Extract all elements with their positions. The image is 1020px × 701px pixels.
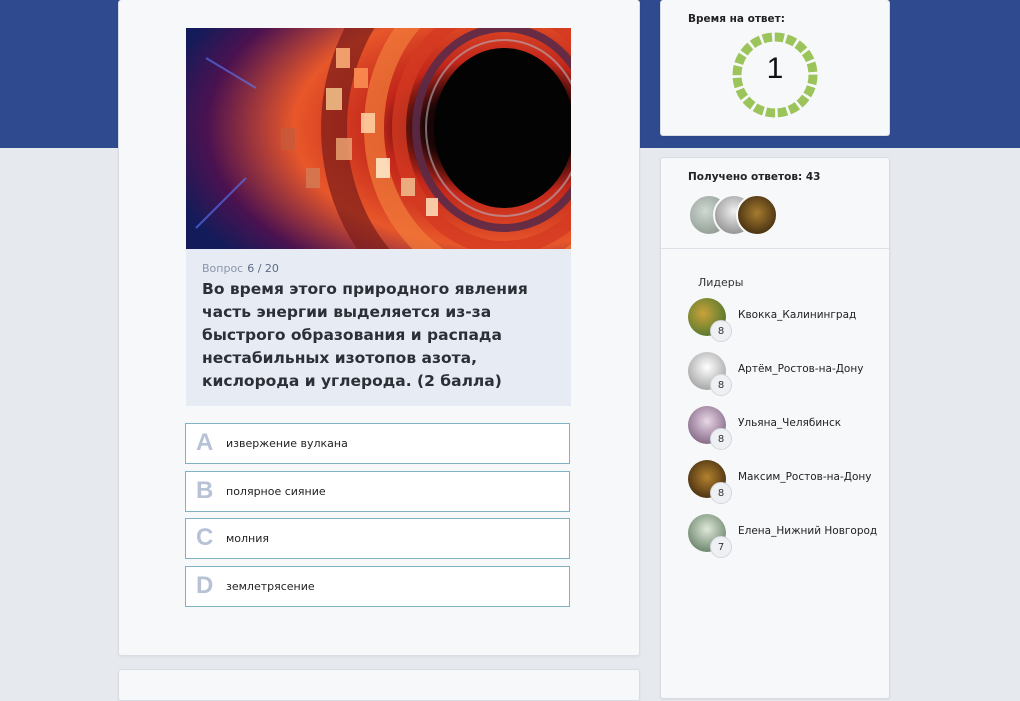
leader-item[interactable]: 7 Елена_Нижний Новгород bbox=[688, 514, 878, 564]
answer-letter: B bbox=[196, 477, 214, 504]
leader-name: Квокка_Калининград bbox=[738, 309, 857, 321]
answer-text: извержение вулкана bbox=[226, 437, 348, 450]
participants-card: Получено ответов: 43 Лидеры 8 Квокка_Кал… bbox=[660, 157, 890, 699]
timer-card: Время на ответ: 1 bbox=[660, 0, 890, 136]
leader-score: 8 bbox=[710, 374, 732, 396]
leader-item[interactable]: 8 Квокка_Калининград bbox=[688, 298, 878, 348]
divider bbox=[661, 248, 889, 249]
timer-value: 1 bbox=[766, 52, 784, 85]
question-counter-label: Вопрос bbox=[202, 262, 244, 275]
leader-score: 8 bbox=[710, 482, 732, 504]
answer-text: полярное сияние bbox=[226, 485, 326, 498]
leader-item[interactable]: 8 Ульяна_Челябинск bbox=[688, 406, 878, 456]
leader-item[interactable]: 8 Максим_Ростов-на-Дону bbox=[688, 460, 878, 510]
answer-letter: D bbox=[196, 572, 214, 599]
leader-score: 8 bbox=[710, 320, 732, 342]
answer-text: молния bbox=[226, 532, 270, 545]
answer-letter: A bbox=[196, 429, 214, 456]
answer-option-a[interactable]: A извержение вулкана bbox=[185, 423, 570, 464]
next-card bbox=[118, 669, 640, 701]
leaders-title: Лидеры bbox=[698, 276, 744, 289]
answer-option-c[interactable]: C молния bbox=[185, 518, 570, 559]
leader-name: Максим_Ростов-на-Дону bbox=[738, 471, 872, 483]
answer-letter: C bbox=[196, 524, 214, 551]
answers-count: Получено ответов: 43 bbox=[688, 171, 821, 183]
leader-name: Ульяна_Челябинск bbox=[738, 417, 842, 429]
leader-name: Артём_Ростов-на-Дону bbox=[738, 363, 864, 375]
leader-score: 8 bbox=[710, 428, 732, 450]
leader-score: 7 bbox=[710, 536, 732, 558]
answer-option-d[interactable]: D землетрясение bbox=[185, 566, 570, 607]
avatar bbox=[736, 194, 778, 236]
question-image bbox=[186, 28, 571, 249]
question-text: Во время этого природного явления часть … bbox=[202, 280, 528, 390]
leader-name: Елена_Нижний Новгород bbox=[738, 525, 878, 537]
answer-text: землетрясение bbox=[226, 580, 315, 593]
leader-item[interactable]: 8 Артём_Ростов-на-Дону bbox=[688, 352, 878, 402]
question-counter-number: 6 / 20 bbox=[247, 262, 279, 275]
question-counter: Вопрос 6 / 20 bbox=[202, 262, 279, 275]
timer-label: Время на ответ: bbox=[688, 13, 785, 25]
answer-option-b[interactable]: B полярное сияние bbox=[185, 471, 570, 512]
question-panel: Вопрос 6 / 20 Во время этого природного я… bbox=[186, 249, 571, 406]
